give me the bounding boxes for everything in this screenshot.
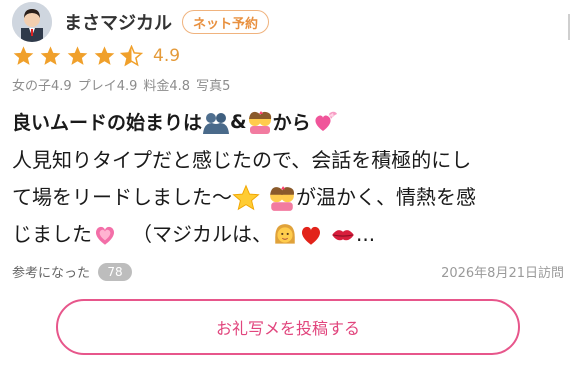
subscore-photo: 写真5 xyxy=(196,79,231,94)
red-heart-icon xyxy=(298,222,324,248)
reviewer-name[interactable]: まさマジカル xyxy=(64,9,172,35)
reviewer-header: まさマジカル ネット予約 xyxy=(12,2,270,42)
star-rating xyxy=(12,45,147,67)
visit-date: 2026年8月21日訪問 xyxy=(441,266,564,281)
review-text-3a: じました xyxy=(12,222,92,246)
subscore-price: 料金4.8 xyxy=(143,79,191,94)
review-text-3c: ... xyxy=(356,222,376,246)
title-text-start: 良いムードの始まりは xyxy=(12,112,203,134)
kiss-icon xyxy=(330,222,356,248)
net-reservation-badge: ネット予約 xyxy=(182,10,270,34)
star-icon xyxy=(40,46,61,65)
rating-row: 4.9 xyxy=(12,45,180,67)
review-text-2b: が温かく、情熱を感 xyxy=(296,185,476,209)
review-footer: 参考になった 78 2026年8月21日訪問 xyxy=(12,262,564,281)
avatar[interactable] xyxy=(12,2,52,42)
review-body: 人見知りタイプだと感じたので、会話を積極的にし て場をリードしました〜 が温かく… xyxy=(12,142,568,253)
review-text-3b: （マジカルは、 xyxy=(132,222,272,246)
woman-icon xyxy=(272,222,298,248)
helpful-count-badge: 78 xyxy=(98,262,133,281)
review-text-2a: て場をリードしました〜 xyxy=(12,185,232,209)
couple-icon xyxy=(247,110,273,134)
sub-scores: 女の子4.9 プレイ4.9 料金4.8 写真5 xyxy=(12,75,230,94)
helpful-label[interactable]: 参考になった xyxy=(12,262,90,281)
review-line-2: て場をリードしました〜 が温かく、情熱を感 xyxy=(12,179,568,216)
star-icon xyxy=(94,46,115,65)
review-title: 良いムードの始まりは & から xyxy=(12,108,339,135)
rating-value: 4.9 xyxy=(153,46,181,66)
subscore-girl: 女の子4.9 xyxy=(12,79,72,94)
review-line-3: じました （マジカルは、 ... xyxy=(12,216,568,253)
scroll-indicator-icon xyxy=(568,14,570,40)
review-text-1: 人見知りタイプだと感じたので、会話を積極的にし xyxy=(12,148,472,172)
star-icon xyxy=(67,46,88,65)
people-hugging-icon xyxy=(202,110,230,134)
title-ampersand: & xyxy=(230,110,247,133)
post-thanks-photo-button[interactable]: お礼写メを投稿する xyxy=(56,299,520,355)
star-icon xyxy=(13,46,34,65)
couple-icon xyxy=(268,185,296,211)
star-half-icon xyxy=(120,45,143,67)
subscore-play: プレイ4.9 xyxy=(77,79,138,94)
review-line-1: 人見知りタイプだと感じたので、会話を積極的にし xyxy=(12,142,568,179)
star-emoji-icon xyxy=(232,184,260,212)
heart-ribbon-icon xyxy=(311,110,339,134)
title-text-end: から xyxy=(272,112,311,134)
growing-heart-icon xyxy=(92,222,118,248)
